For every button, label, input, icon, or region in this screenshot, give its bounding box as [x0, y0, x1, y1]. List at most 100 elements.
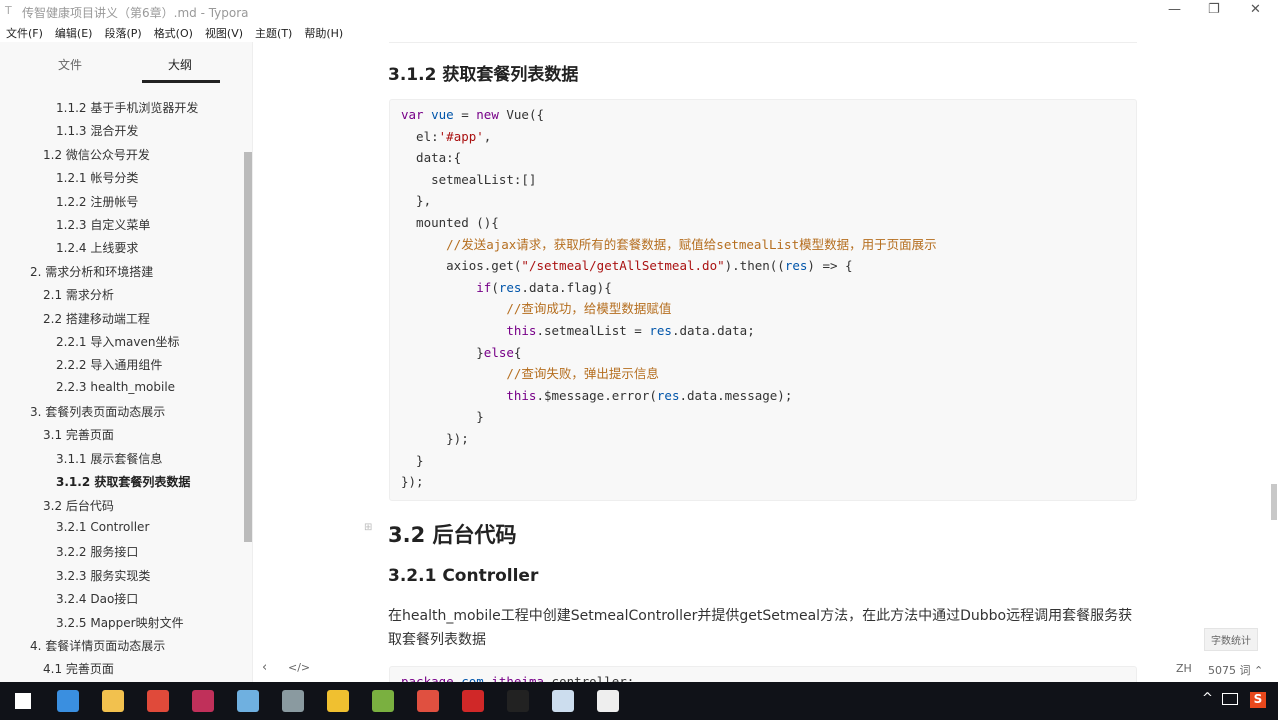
outline-item[interactable]: 3.2.3 服务实现类 — [0, 564, 244, 587]
outline-item[interactable]: 1.2.3 自定义菜单 — [0, 213, 244, 236]
tray-expand-icon[interactable]: ^ — [1202, 691, 1213, 706]
code-token: "/setmeal/getAllSetmeal.do" — [521, 258, 725, 274]
menu-item[interactable]: 帮助(H) — [298, 22, 349, 42]
code-token: new — [476, 107, 507, 122]
outline-item[interactable]: 1.2.1 帐号分类 — [0, 166, 244, 189]
outline-item[interactable]: 3.1.1 展示套餐信息 — [0, 447, 244, 470]
code-token: ).then(( — [724, 258, 785, 274]
outline-item[interactable]: 3.2.1 Controller — [0, 517, 244, 540]
outline-item[interactable]: 2.1 需求分析 — [0, 283, 244, 306]
sidebar-scrollbar[interactable] — [244, 152, 252, 542]
outline-item[interactable]: 2. 需求分析和环境搭建 — [0, 260, 244, 283]
code-line: var vue = new Vue({ — [401, 104, 1136, 126]
outline-item[interactable]: 2.2.1 导入maven坐标 — [0, 330, 244, 353]
restore-button[interactable]: ❐ — [1208, 2, 1220, 17]
code-line: } — [401, 406, 1136, 428]
code-token: //发送ajax请求，获取所有的套餐数据，赋值给setmealList模型数据，… — [401, 236, 937, 252]
virtual-machine-icon[interactable] — [270, 682, 315, 720]
file-explorer-icon[interactable] — [90, 682, 135, 720]
language-indicator: ZH — [1176, 662, 1192, 675]
code-line: mounted (){ — [401, 212, 1136, 234]
outline-item[interactable]: 3. 套餐列表页面动态展示 — [0, 400, 244, 423]
editor-scrollbar[interactable] — [1271, 484, 1277, 520]
gold-app-icon[interactable] — [315, 682, 360, 720]
code-block[interactable]: var vue = new Vue({ el:'#app', data:{ se… — [389, 99, 1137, 501]
paint-icon[interactable] — [225, 682, 270, 720]
desktop-icon[interactable] — [45, 682, 90, 720]
code-line: }); — [401, 471, 1136, 493]
window-app-icon[interactable] — [540, 682, 585, 720]
code-token: el: — [401, 128, 439, 144]
code-token: mounted (){ — [401, 214, 499, 230]
code-token: res — [656, 387, 680, 403]
source-mode-icon[interactable]: </> — [288, 661, 310, 674]
redis-desktop-icon[interactable] — [450, 682, 495, 720]
code-line: //发送ajax请求，获取所有的套餐数据，赋值给setmealList模型数据，… — [401, 234, 1136, 256]
outline-item[interactable]: 3.1 完善页面 — [0, 423, 244, 446]
code-token: //查询失败，弹出提示信息 — [401, 366, 659, 382]
outline-item[interactable]: 1.1.3 混合开发 — [0, 119, 244, 142]
status-bar: ‹ </> ZH 5075 词 ⌃ — [0, 658, 1278, 680]
menu-item[interactable]: 段落(P) — [98, 22, 147, 42]
intellij-idea-icon[interactable] — [180, 682, 225, 720]
outline-item[interactable]: 2.2 搭建移动端工程 — [0, 307, 244, 330]
menu-item[interactable]: 主题(T) — [249, 22, 298, 42]
code-token: var — [401, 107, 432, 122]
notepad-plus-icon[interactable] — [360, 682, 405, 720]
windows-start-icon[interactable] — [0, 682, 45, 720]
tab-files[interactable]: 文件 — [58, 56, 82, 73]
code-token: }, — [401, 193, 432, 209]
code-line: setmealList:[] — [401, 169, 1136, 191]
outline-item[interactable]: 3.2.4 Dao接口 — [0, 587, 244, 610]
tab-outline[interactable]: 大纲 — [168, 56, 192, 73]
code-token: } — [401, 452, 424, 468]
outline-item[interactable]: 1.2 微信公众号开发 — [0, 143, 244, 166]
code-token: .setmealList = — [536, 322, 650, 338]
code-token: , — [483, 128, 492, 144]
outline-item[interactable]: 3.2.2 服务接口 — [0, 540, 244, 563]
word-count[interactable]: 5075 词 ⌃ — [1208, 662, 1263, 678]
code-line: axios.get("/setmeal/getAllSetmeal.do").t… — [401, 255, 1136, 277]
outline-list: 1.1.2 基于手机浏览器开发 1.1.3 混合开发 1.2 微信公众号开发 1.2.… — [0, 96, 244, 681]
code-token: = — [453, 107, 477, 122]
menu-item[interactable]: 格式(O) — [148, 22, 199, 42]
code-line: this.setmealList = res.data.data; — [401, 320, 1136, 342]
code-line: this.$message.error(res.data.message); — [401, 385, 1136, 407]
menu-item[interactable]: 编辑(E) — [49, 22, 99, 42]
outline-item[interactable]: 3.2 后台代码 — [0, 494, 244, 517]
toggle-sidebar-icon[interactable]: ‹ — [262, 660, 267, 675]
visual-app-icon[interactable] — [405, 682, 450, 720]
code-line: el:'#app', — [401, 126, 1136, 148]
heading-3-2: 3.2 后台代码 — [388, 523, 517, 547]
code-token: res — [498, 279, 522, 295]
menu-item[interactable]: 文件(F) — [0, 22, 49, 42]
code-token: //查询成功，给模型数据赋值 — [401, 301, 672, 317]
ime-icon[interactable]: S — [1250, 692, 1266, 708]
cmd-icon[interactable] — [495, 682, 540, 720]
outline-item[interactable]: 2.2.2 导入通用组件 — [0, 353, 244, 376]
network-icon[interactable] — [1222, 693, 1238, 705]
word-count-button[interactable]: 字数统计 — [1204, 628, 1258, 651]
code-token: this — [401, 387, 537, 403]
outline-item[interactable]: 1.1.2 基于手机浏览器开发 — [0, 96, 244, 119]
code-token: Vue({ — [506, 107, 545, 122]
outline-item[interactable]: 2.2.3 health_mobile — [0, 377, 244, 400]
outline-item[interactable]: 3.1.2 获取套餐列表数据 — [0, 470, 244, 493]
outline-item[interactable]: 1.2.4 上线要求 — [0, 236, 244, 259]
code-token: setmealList:[] — [401, 171, 537, 187]
typora-icon[interactable] — [585, 682, 630, 720]
menu-item[interactable]: 视图(V) — [199, 22, 249, 42]
code-token: res — [784, 258, 808, 274]
code-token: }); — [401, 474, 424, 490]
code-token: else — [483, 344, 514, 360]
heading-anchor-icon[interactable]: ⊞ — [364, 522, 372, 533]
code-line: if(res.data.flag){ — [401, 277, 1136, 299]
outline-item[interactable]: 1.2.2 注册帐号 — [0, 190, 244, 213]
outline-item[interactable]: 4. 套餐详情页面动态展示 — [0, 634, 244, 657]
outline-item[interactable]: 3.2.5 Mapper映射文件 — [0, 611, 244, 634]
minimize-button[interactable]: — — [1168, 2, 1181, 17]
taskbar: ^ S — [0, 682, 1278, 720]
close-button[interactable]: ✕ — [1250, 2, 1261, 17]
chrome-icon[interactable] — [135, 682, 180, 720]
code-line: //查询成功，给模型数据赋值 — [401, 298, 1136, 320]
